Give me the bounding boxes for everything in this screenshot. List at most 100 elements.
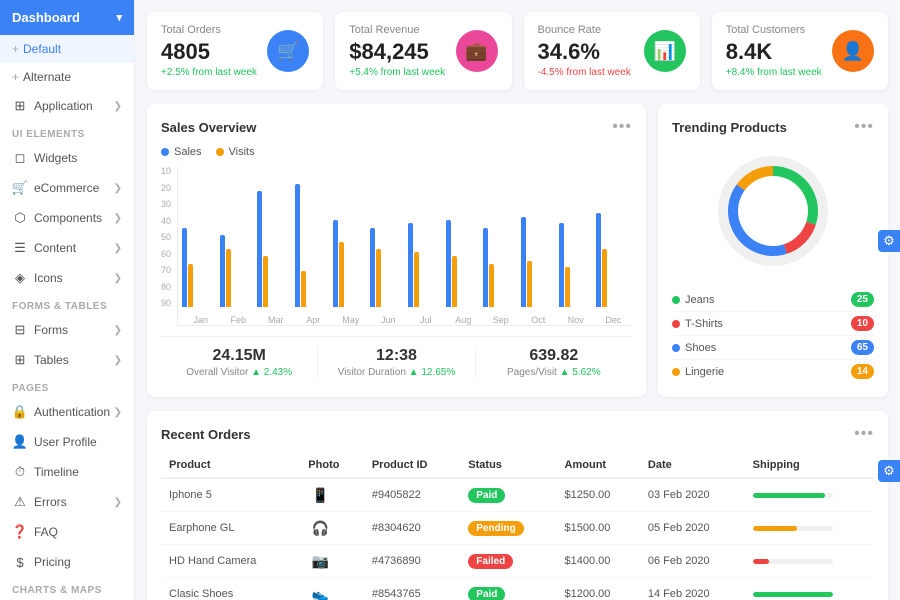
errors-icon: ⚠ [12, 494, 28, 510]
chart-stat-label: Overall Visitor ▲ 2.43% [161, 367, 317, 378]
chevron-icon-application: ❯ [114, 101, 122, 112]
sidebar-header[interactable]: Dashboard ▾ [0, 0, 134, 35]
sidebar-item-errors[interactable]: ⚠Errors❯ [0, 487, 134, 517]
sidebar-section-ui-elements: UI ELEMENTS [0, 121, 134, 143]
x-label-aug: Aug [445, 315, 483, 325]
sidebar-item-forms[interactable]: ⊟Forms ❯ [0, 315, 134, 345]
sidebar-item-default[interactable]: +Default [0, 35, 134, 63]
trending-menu[interactable]: ••• [854, 118, 874, 136]
stat-card-total-revenue: Total Revenue $84,245 +5.4% from last we… [335, 12, 511, 90]
sidebar-item-tables[interactable]: ⊞Tables❯ [0, 345, 134, 375]
sidebar-item-user-profile[interactable]: 👤User Profile [0, 427, 134, 457]
chevron-down-icon: ▾ [116, 11, 122, 24]
bar-visits-may [339, 242, 344, 307]
sidebar-item-application[interactable]: ⊞Application❯ [0, 91, 134, 121]
recent-orders-menu[interactable]: ••• [854, 425, 874, 443]
donut-chart-container [672, 146, 874, 276]
sidebar-item-pricing[interactable]: $Pricing [0, 547, 134, 577]
y-label-10: 10 [161, 166, 171, 176]
sales-overview-menu[interactable]: ••• [612, 118, 632, 136]
recent-orders-header: Recent Orders ••• [161, 425, 874, 443]
bar-sales-feb [220, 235, 225, 307]
table-row: HD Hand Camera 📷 #4736890 Failed $1400.0… [161, 545, 874, 578]
col-date: Date [640, 453, 745, 478]
sidebar-item-inner-user-profile: 👤User Profile [12, 434, 97, 450]
x-label-feb: Feb [220, 315, 258, 325]
sidebar-item-widgets[interactable]: ◻Widgets [0, 143, 134, 173]
order-photo: 🎧 [300, 512, 364, 545]
sidebar-item-authentication[interactable]: 🔒Authentication❯ [0, 397, 134, 427]
stat-card-total-customers: Total Customers 8.4K +8.4% from last wee… [712, 12, 888, 90]
shipping-bar-fill [753, 493, 825, 498]
gear-icon-1[interactable]: ⚙ [878, 230, 900, 252]
bar-group-mar [257, 191, 293, 307]
sidebar-item-inner-content: ☰Content [12, 240, 76, 256]
sidebar-label-ecommerce: eCommerce [34, 181, 99, 195]
pricing-icon: $ [12, 554, 28, 570]
product-legend-list: Jeans 25 T-Shirts 10 Shoes 65 Lingerie 1… [672, 288, 874, 383]
plus-icon: + [12, 70, 19, 84]
sidebar-item-alternate[interactable]: + Alternate [0, 63, 134, 91]
order-amount: $1500.00 [557, 512, 640, 545]
components-icon: ⬡ [12, 210, 28, 226]
sidebar-item-icons[interactable]: ◈Icons❯ [0, 263, 134, 293]
sidebar-item-inner-components: ⬡Components [12, 210, 102, 226]
orders-header-row: ProductPhotoProduct IDStatusAmountDateSh… [161, 453, 874, 478]
stat-card-bounce-rate: Bounce Rate 34.6% -4.5% from last week 📊 [524, 12, 700, 90]
bar-visits-sep [489, 264, 494, 307]
bar-visits-jul [414, 252, 419, 307]
order-photo: 📱 [300, 478, 364, 512]
col-product: Product [161, 453, 300, 478]
product-photo-icon: 📱 [308, 486, 332, 504]
sidebar-item-faq[interactable]: ❓FAQ [0, 517, 134, 547]
sidebar-label-alternate: Alternate [23, 70, 71, 84]
order-shipping [745, 545, 874, 578]
sidebar: Dashboard ▾ +Default + Alternate ⊞Applicati… [0, 0, 135, 600]
sidebar-item-inner-pricing: $Pricing [12, 554, 71, 570]
sidebar-item-inner-icons: ◈Icons [12, 270, 63, 286]
stat-icon-total-revenue: 💼 [456, 30, 498, 72]
main-content: Total Orders 4805 +2.5% from last week 🛒… [135, 0, 900, 600]
order-amount: $1400.00 [557, 545, 640, 578]
y-label-30: 30 [161, 199, 171, 209]
stat-label-total-customers: Total Customers [726, 24, 822, 36]
gear-icon-2[interactable]: ⚙ [878, 460, 900, 482]
trending-header: Trending Products ••• [672, 118, 874, 136]
bar-visits-nov [565, 267, 570, 307]
order-product: Clasic Shoes [161, 578, 300, 600]
sidebar-item-components[interactable]: ⬡Components❯ [0, 203, 134, 233]
y-label-20: 20 [161, 183, 171, 193]
bar-group-apr [295, 184, 331, 307]
product-photo-icon: 📷 [308, 552, 332, 570]
sidebar-item-inner-errors: ⚠Errors [12, 494, 67, 510]
sidebar-item-inner-forms: ⊟Forms [12, 322, 68, 338]
bar-visits-apr [301, 271, 306, 307]
bar-sales-jul [408, 223, 413, 307]
bar-sales-oct [521, 217, 526, 307]
timeline-icon: ⏱ [12, 464, 28, 480]
sidebar-items: +Default + Alternate ⊞Application❯UI ELEMEN… [0, 35, 134, 600]
stat-card-info-bounce-rate: Bounce Rate 34.6% -4.5% from last week [538, 24, 631, 78]
order-amount: $1200.00 [557, 578, 640, 600]
bar-visits-mar [263, 256, 268, 307]
prod-badge-shoes: 65 [851, 340, 874, 355]
sidebar-item-ecommerce[interactable]: 🛒eCommerce❯ [0, 173, 134, 203]
x-label-nov: Nov [557, 315, 595, 325]
sidebar-item-content[interactable]: ☰Content❯ [0, 233, 134, 263]
sidebar-item-timeline[interactable]: ⏱Timeline [0, 457, 134, 487]
order-product-id: #8543765 [364, 578, 460, 600]
prod-dot-jeans [672, 296, 680, 304]
faq-icon: ❓ [12, 524, 28, 540]
legend-label-visits: Visits [229, 146, 255, 158]
bar-visits-jun [376, 249, 381, 307]
bar-sales-dec [596, 213, 601, 307]
chevron-icon-tables: ❯ [114, 355, 122, 366]
stat-label-bounce-rate: Bounce Rate [538, 24, 631, 36]
sidebar-item-inner-default: +Default [12, 42, 61, 56]
order-photo: 👟 [300, 578, 364, 600]
status-badge: Pending [468, 521, 523, 536]
stat-change-total-orders: +2.5% from last week [161, 67, 257, 78]
order-status: Pending [460, 512, 556, 545]
chevron-icon-forms: ❯ [114, 325, 122, 336]
chart-stat-pages/visit: 639.82 Pages/Visit ▲ 5.62% [476, 347, 632, 378]
